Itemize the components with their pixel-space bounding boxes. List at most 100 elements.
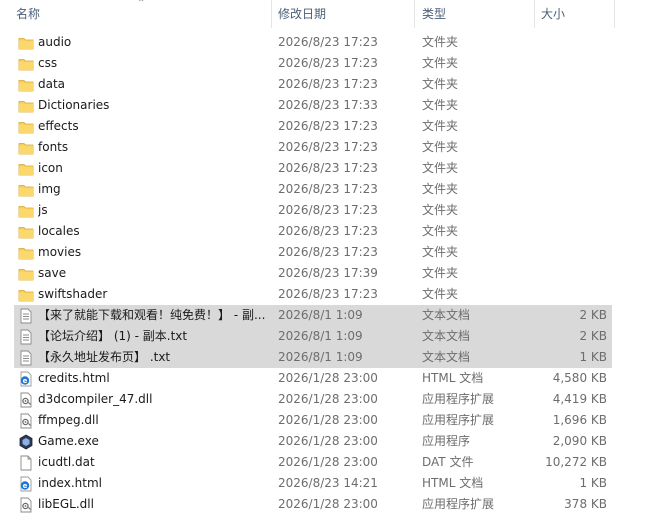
file-row[interactable]: js 2026/8/23 17:23 文件夹 [0, 200, 658, 221]
file-type: 文件夹 [422, 182, 459, 196]
file-row[interactable]: save 2026/8/23 17:39 文件夹 [0, 263, 658, 284]
dll-file-icon [18, 497, 34, 513]
file-size [540, 32, 607, 53]
file-modified-date: 2026/8/23 17:23 [278, 245, 378, 259]
file-row[interactable]: Game.exe 2026/1/28 23:00 应用程序 2,090 KB [0, 431, 658, 452]
file-type: DAT 文件 [422, 455, 474, 469]
file-size [540, 242, 607, 263]
file-name: index.html [38, 476, 102, 490]
column-header-date[interactable]: 修改日期 [278, 0, 326, 28]
folder-icon [18, 224, 34, 240]
file-modified-date: 2026/8/23 17:23 [278, 224, 378, 238]
file-row[interactable]: locales 2026/8/23 17:23 文件夹 [0, 221, 658, 242]
file-type: 文件夹 [422, 245, 459, 259]
file-type: HTML 文档 [422, 476, 484, 490]
column-header-type[interactable]: 类型 [422, 0, 446, 28]
file-size: 2 KB [579, 308, 607, 322]
file-modified-date: 2026/8/1 1:09 [278, 308, 363, 322]
svg-text:e: e [23, 482, 28, 490]
file-name: audio [38, 35, 72, 49]
file-row[interactable]: Dictionaries 2026/8/23 17:33 文件夹 [0, 95, 658, 116]
file-type: 应用程序扩展 [422, 392, 495, 406]
folder-icon [18, 287, 34, 303]
file-row[interactable]: e index.html 2026/8/23 14:21 HTML 文档 1 KB [0, 473, 658, 494]
file-type: 文本文档 [422, 329, 471, 343]
folder-icon [18, 203, 34, 219]
file-name: 【来了就能下载和观看！纯免费！】 - 副... [38, 308, 266, 322]
file-row[interactable]: audio 2026/8/23 17:23 文件夹 [0, 32, 658, 53]
file-row[interactable]: 【论坛介绍】 (1) - 副本.txt 2026/8/1 1:09 文本文档 2 KB [0, 326, 658, 347]
svg-text:e: e [23, 377, 28, 385]
file-size [540, 179, 607, 200]
file-name: credits.html [38, 371, 110, 385]
file-modified-date: 2026/8/23 17:39 [278, 266, 378, 280]
file-modified-date: 2026/1/28 23:00 [278, 413, 378, 427]
folder-icon [18, 56, 34, 72]
html-document-icon: e [18, 371, 34, 387]
file-name: data [38, 77, 66, 91]
file-type: 文件夹 [422, 203, 459, 217]
file-modified-date: 2026/8/23 17:33 [278, 98, 378, 112]
folder-icon [18, 35, 34, 51]
file-row[interactable]: icon 2026/8/23 17:23 文件夹 [0, 158, 658, 179]
sort-ascending-icon: ⌃ [137, 0, 146, 9]
file-modified-date: 2026/8/23 17:23 [278, 182, 378, 196]
file-row[interactable]: fonts 2026/8/23 17:23 文件夹 [0, 137, 658, 158]
folder-icon [18, 77, 34, 93]
file-size: 2 KB [579, 329, 607, 343]
file-modified-date: 2026/8/1 1:09 [278, 329, 363, 343]
file-size: 1,696 KB [552, 413, 607, 427]
file-row[interactable]: d3dcompiler_47.dll 2026/1/28 23:00 应用程序扩展 4… [0, 389, 658, 410]
file-name: fonts [38, 140, 69, 154]
column-divider[interactable] [534, 0, 535, 28]
file-size: 1 KB [579, 350, 607, 364]
file-size [540, 95, 607, 116]
file-type: 文件夹 [422, 77, 459, 91]
file-type: 文件夹 [422, 56, 459, 70]
file-size: 4,419 KB [552, 392, 607, 406]
file-name: Game.exe [38, 434, 99, 448]
file-size [540, 53, 607, 74]
file-size [540, 137, 607, 158]
file-type: 文件夹 [422, 224, 459, 238]
file-name: 【论坛介绍】 (1) - 副本.txt [38, 329, 188, 343]
file-type: 文件夹 [422, 98, 459, 112]
file-type: 文本文档 [422, 350, 471, 364]
file-row[interactable]: icudtl.dat 2026/1/28 23:00 DAT 文件 10,272 KB [0, 452, 658, 473]
file-row[interactable]: data 2026/8/23 17:23 文件夹 [0, 74, 658, 95]
file-name: 【永久地址发布页】 .txt [38, 350, 171, 364]
folder-icon [18, 161, 34, 177]
file-name: js [38, 203, 48, 217]
file-type: 文本文档 [422, 308, 471, 322]
file-row[interactable]: 【来了就能下载和观看！纯免费！】 - 副... 2026/8/1 1:09 文本文档… [0, 305, 658, 326]
file-name: swiftshader [38, 287, 108, 301]
file-row[interactable]: ffmpeg.dll 2026/1/28 23:00 应用程序扩展 1,696 KB [0, 410, 658, 431]
file-row[interactable]: 【永久地址发布页】 .txt 2026/8/1 1:09 文本文档 1 KB [0, 347, 658, 368]
column-header-size[interactable]: 大小 [541, 0, 565, 28]
file-modified-date: 2026/8/23 17:23 [278, 140, 378, 154]
column-divider[interactable] [271, 0, 272, 28]
column-header-name[interactable]: 名称 [16, 0, 40, 28]
file-row[interactable]: swiftshader 2026/8/23 17:23 文件夹 [0, 284, 658, 305]
folder-icon [18, 182, 34, 198]
file-row[interactable]: effects 2026/8/23 17:23 文件夹 [0, 116, 658, 137]
file-name: locales [38, 224, 80, 238]
file-size: 1 KB [579, 476, 607, 490]
column-divider[interactable] [614, 0, 615, 28]
file-row[interactable]: css 2026/8/23 17:23 文件夹 [0, 53, 658, 74]
file-size: 10,272 KB [545, 455, 607, 469]
file-type: 文件夹 [422, 161, 459, 175]
file-modified-date: 2026/1/28 23:00 [278, 371, 378, 385]
file-modified-date: 2026/8/23 17:23 [278, 203, 378, 217]
file-size [540, 116, 607, 137]
file-name: Dictionaries [38, 98, 110, 112]
file-size [540, 74, 607, 95]
file-row[interactable]: movies 2026/8/23 17:23 文件夹 [0, 242, 658, 263]
file-type: 文件夹 [422, 266, 459, 280]
file-row[interactable]: e credits.html 2026/1/28 23:00 HTML 文档 4,580… [0, 368, 658, 389]
column-divider[interactable] [414, 0, 415, 28]
text-document-icon [18, 329, 34, 345]
file-modified-date: 2026/8/23 14:21 [278, 476, 378, 490]
file-row[interactable]: img 2026/8/23 17:23 文件夹 [0, 179, 658, 200]
file-name: d3dcompiler_47.dll [38, 392, 153, 406]
